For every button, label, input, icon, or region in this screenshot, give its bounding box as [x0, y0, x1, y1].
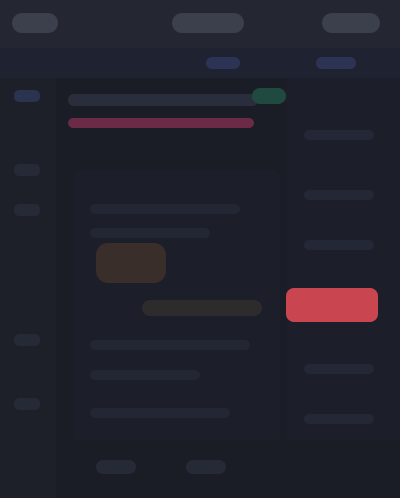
tab-item[interactable] — [316, 57, 356, 69]
sidebar-item[interactable] — [14, 398, 40, 410]
progress-bar — [142, 300, 262, 316]
sidebar-item[interactable] — [14, 90, 40, 102]
danger-button[interactable] — [286, 288, 378, 322]
highlight-bar — [68, 118, 254, 128]
status-badge — [252, 88, 286, 104]
sidebar-item[interactable] — [14, 334, 40, 346]
list-item[interactable] — [304, 414, 374, 424]
text-line — [90, 370, 200, 380]
sidebar-item[interactable] — [14, 204, 40, 216]
text-line — [90, 228, 210, 238]
top-bar — [0, 0, 400, 48]
content-area — [74, 170, 280, 470]
list-item[interactable] — [304, 364, 374, 374]
top-bar-title — [172, 13, 244, 33]
tab-bar — [0, 48, 400, 78]
page-title — [68, 94, 258, 106]
bottom-nav-item[interactable] — [96, 460, 136, 474]
user-icon[interactable] — [322, 13, 380, 33]
list-item[interactable] — [304, 240, 374, 250]
image-thumbnail — [96, 243, 166, 283]
bottom-nav-item[interactable] — [186, 460, 226, 474]
right-panel — [286, 78, 400, 498]
menu-icon[interactable] — [12, 13, 58, 33]
list-item[interactable] — [304, 130, 374, 140]
text-line — [90, 408, 230, 418]
sidebar-item[interactable] — [14, 164, 40, 176]
text-line — [90, 340, 250, 350]
text-line — [90, 204, 240, 214]
list-item[interactable] — [304, 190, 374, 200]
main-panel — [56, 78, 286, 498]
sidebar — [0, 78, 56, 498]
bottom-bar — [56, 440, 400, 498]
tab-item[interactable] — [206, 57, 240, 69]
